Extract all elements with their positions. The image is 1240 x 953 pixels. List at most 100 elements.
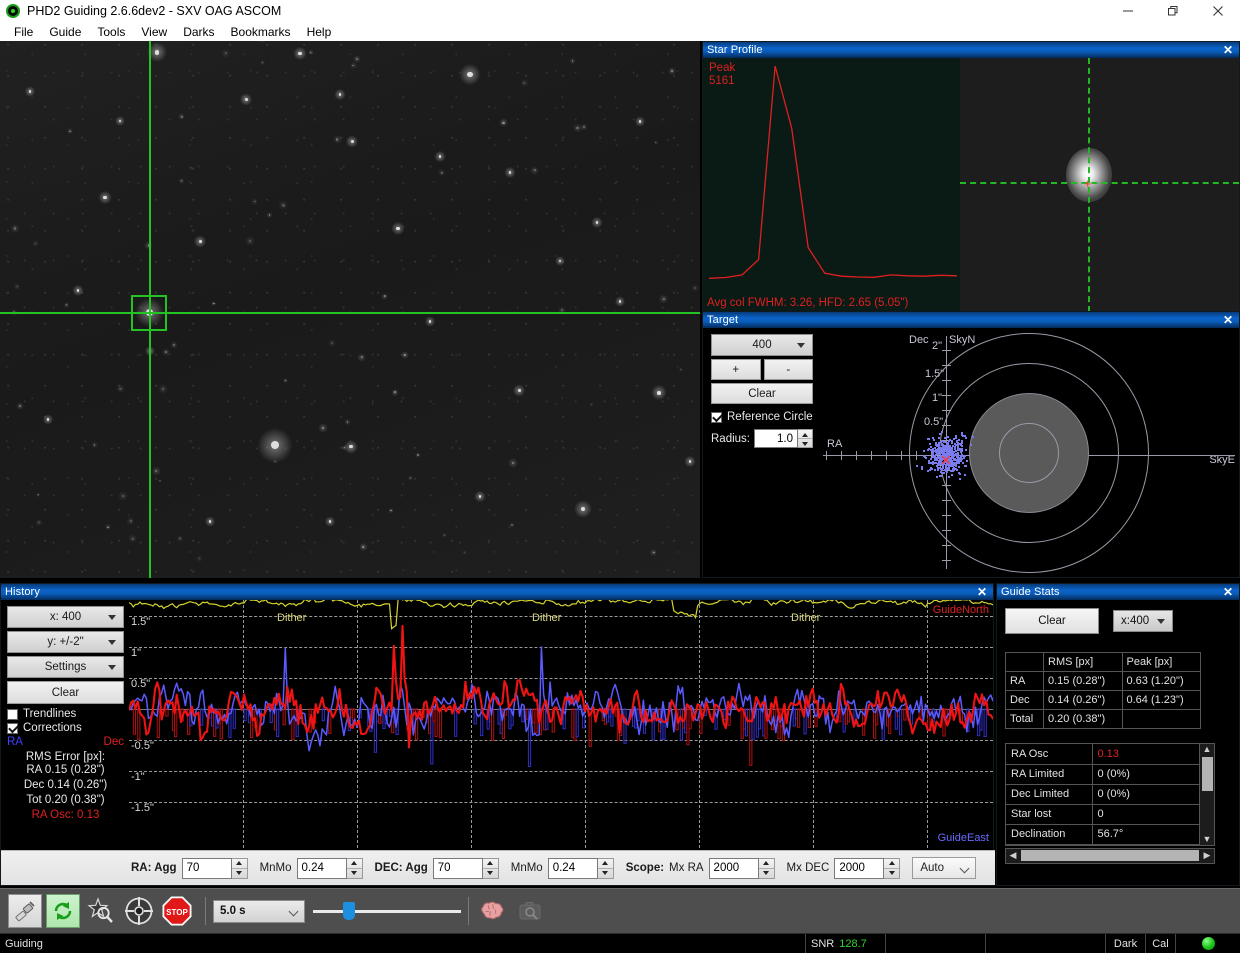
status-field-1 [886,933,986,953]
loop-exposure-button[interactable] [46,894,80,928]
star [343,438,360,455]
gs-row-ra-label: RA [1005,671,1044,691]
star [16,402,24,411]
dec-guide-mode-combo[interactable]: Auto [912,857,977,879]
corrections-row[interactable]: Corrections [7,722,124,734]
guide-camera-image[interactable] [0,41,700,578]
target-title: Target [707,314,739,326]
target-minus-button[interactable]: - [763,359,813,380]
star [244,235,256,247]
detail-list-horizontal-scrollbar[interactable]: ◀ ▶ [1005,847,1215,864]
star [508,521,517,529]
dec-minmove-stepper[interactable] [597,857,614,879]
ra-minmove-stepper[interactable] [346,857,363,879]
advanced-settings-button[interactable] [476,894,510,928]
vertical-scroll-thumb[interactable] [1201,757,1213,791]
guiding-parameters-bar: RA: Agg 70 MnMo 0.24 DEC: Agg 70 MnMo 0.… [1,850,995,885]
trendlines-checkbox[interactable] [7,708,18,720]
guide-stats-body: Clear x:400 RMS [px] Peak [px] RA 0.15 (… [997,600,1239,885]
star-profile-close-icon[interactable]: ✕ [1221,44,1235,56]
history-clear-button[interactable]: Clear [7,681,124,704]
exposure-time-combo[interactable]: 5.0 s [213,899,305,923]
target-scale-combo[interactable]: 400 [711,334,813,356]
scroll-left-icon[interactable]: ◀ [1006,850,1020,861]
maximize-restore-button[interactable] [1150,0,1195,22]
reference-circle-checkbox[interactable] [711,411,722,423]
menu-file[interactable]: File [6,24,41,40]
status-field-2 [986,933,1106,953]
star [193,235,207,248]
scatter-point [958,443,961,446]
star-centroid-marker: + [1084,176,1092,191]
target-plus-button[interactable]: + [711,359,761,380]
radius-stepper[interactable] [798,429,813,448]
connect-equipment-button[interactable] [8,894,42,928]
menu-guide[interactable]: Guide [41,24,89,40]
max-ra-stepper[interactable] [758,857,775,879]
scroll-down-icon[interactable]: ▼ [1203,834,1212,845]
menu-bookmarks[interactable]: Bookmarks [223,24,299,40]
ra-aggression-stepper[interactable] [231,857,248,879]
stop-button[interactable]: STOP [160,894,194,928]
display-gamma-slider[interactable] [313,899,461,923]
star-profile-body: Peak 5161 + Avg col FWHM: 3.26, HFD: 2.6… [703,58,1239,312]
slider-track[interactable] [313,909,461,913]
dec-minmove-input[interactable]: 0.24 [547,857,598,879]
gs-row-dec-peak: 0.64 (1.23") [1121,690,1201,710]
star [650,549,657,556]
history-settings-value: Settings [44,661,87,673]
stat-name-declination: Declination [1006,824,1093,845]
slider-thumb[interactable] [343,902,355,920]
trendlines-row[interactable]: Trendlines [7,708,124,720]
guide-target-icon [125,897,153,925]
camera-settings-button[interactable] [514,894,548,928]
close-button[interactable] [1195,0,1240,22]
target-close-icon[interactable]: ✕ [1221,314,1235,326]
guide-stats-close-icon[interactable]: ✕ [1221,586,1235,598]
gs-th-rms: RMS [px] [1043,652,1123,672]
max-dec-stepper[interactable] [884,857,901,879]
history-y-scale-combo[interactable]: y: +/-2" [7,631,124,653]
guide-button[interactable] [122,894,156,928]
star [221,48,231,58]
minimize-button[interactable] [1105,0,1150,22]
max-dec-input[interactable]: 2000 [834,857,885,879]
ra-aggression-input[interactable]: 70 [181,857,232,879]
corrections-checkbox[interactable] [7,722,18,734]
guide-star-selection-box[interactable] [131,295,167,331]
history-x-scale-combo[interactable]: x: 400 [7,606,124,628]
gs-row-total-peak [1121,709,1201,729]
guide-stats-title: Guide Stats [1001,586,1060,598]
phd2-app-icon [6,4,20,18]
gs-row-dec-label: Dec [1005,690,1044,710]
history-close-icon[interactable]: ✕ [975,586,989,598]
guide-stats-range-combo[interactable]: x:400 [1113,610,1173,632]
menu-view[interactable]: View [133,24,175,40]
ra-minmove-input[interactable]: 0.24 [296,857,347,879]
detail-list-vertical-scrollbar[interactable]: ▲ ▼ [1199,744,1214,845]
menu-darks[interactable]: Darks [175,24,222,40]
star [239,93,253,106]
guide-stats-clear-button[interactable]: Clear [1005,608,1099,634]
reference-circle-row[interactable]: Reference Circle [711,411,813,423]
auto-select-star-button[interactable] [84,894,118,928]
chevron-down-icon [1157,618,1165,624]
connection-status-led [1201,937,1215,950]
history-traces [129,600,993,767]
scatter-point [956,443,959,446]
menu-tools[interactable]: Tools [89,24,133,40]
history-settings-combo[interactable]: Settings [7,656,124,678]
radius-input[interactable]: 1.0 [754,429,798,448]
dec-aggression-stepper[interactable] [482,857,499,879]
dec-aggression-input[interactable]: 70 [432,857,483,879]
scatter-point [939,475,941,478]
scroll-right-icon[interactable]: ▶ [1200,850,1214,861]
main-toolbar: STOP 5.0 s [0,888,1240,933]
scroll-up-icon[interactable]: ▲ [1203,744,1212,755]
horizontal-scroll-thumb[interactable] [1021,850,1199,861]
max-ra-input[interactable]: 2000 [708,857,759,879]
guide-stats-detail-table: RA Osc 0.13 RA Limited 0 (0%) Dec Limite… [1006,744,1201,845]
menu-help[interactable]: Help [299,24,340,40]
target-clear-button[interactable]: Clear [711,383,813,404]
star [25,86,35,96]
